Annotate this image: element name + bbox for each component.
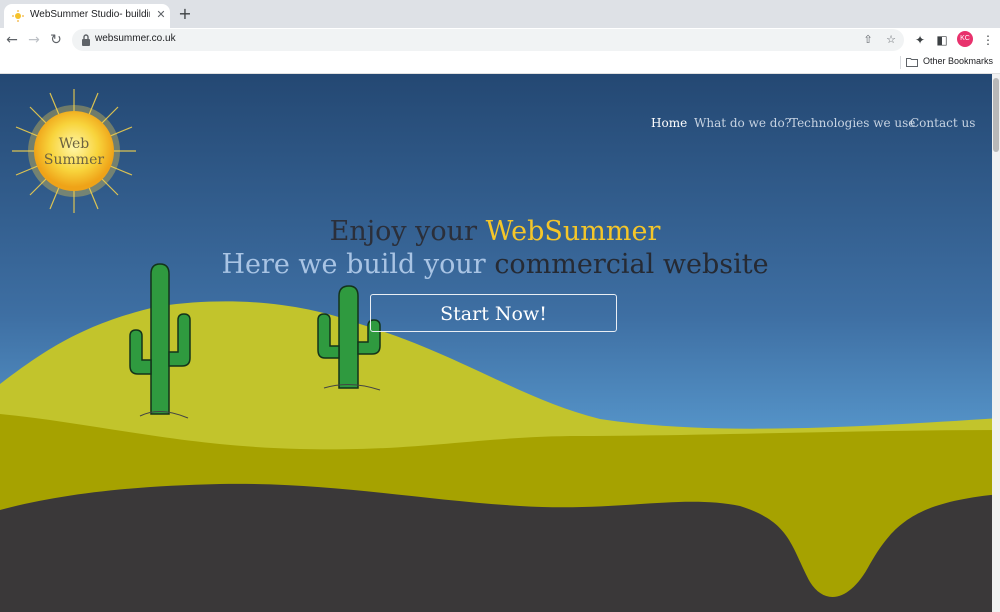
hero-subheading: Here we build your commercial website — [0, 249, 990, 280]
nav-contact-us[interactable]: Contact us — [910, 116, 975, 134]
side-panel-icon[interactable]: ◧ — [933, 31, 951, 49]
star-icon[interactable]: ☆ — [883, 32, 899, 48]
url-text[interactable]: websummer.co.uk — [95, 33, 176, 44]
hero-heading-accent: WebSummer — [485, 216, 661, 247]
hero-heading: Enjoy your WebSummer — [0, 216, 990, 247]
tab-title: WebSummer Studio- building c — [30, 9, 150, 20]
forward-icon[interactable]: → — [24, 30, 44, 50]
other-bookmarks-link[interactable]: Other Bookmarks — [923, 56, 993, 66]
browser-toolbar: ← → ↻ websummer.co.uk ⇧ ☆ ✦ ◧ KC ⋮ — [0, 28, 1000, 52]
scrollbar-thumb[interactable] — [993, 78, 999, 152]
bookmarks-divider — [900, 56, 901, 69]
start-now-button[interactable]: Start Now! — [370, 294, 617, 332]
nav-home[interactable]: Home — [651, 116, 687, 134]
page-viewport: Web Summer Home What do we do? Technolog… — [0, 74, 1000, 612]
browser-tab[interactable]: WebSummer Studio- building c ✕ — [4, 4, 170, 28]
tab-strip: WebSummer Studio- building c ✕ + — [0, 0, 1000, 28]
folder-icon — [906, 58, 918, 67]
logo-line-2: Summer — [43, 152, 105, 168]
new-tab-button[interactable]: + — [176, 4, 194, 24]
logo-text: Web Summer — [12, 136, 136, 168]
sun-favicon-icon — [12, 10, 24, 22]
bookmarks-bar: Other Bookmarks — [0, 52, 1000, 74]
back-icon[interactable]: ← — [2, 30, 22, 50]
desert-hero-background — [0, 74, 1000, 612]
lock-icon — [82, 34, 90, 46]
tab-close-icon[interactable]: ✕ — [154, 7, 168, 23]
profile-avatar[interactable]: KC — [957, 31, 973, 47]
websummer-logo[interactable]: Web Summer — [12, 89, 136, 213]
logo-line-1: Web — [58, 136, 90, 152]
hero-subheading-part1: Here we build your — [221, 249, 486, 280]
hero-subheading-part2: commercial website — [494, 249, 769, 280]
hero-heading-part1: Enjoy your — [329, 216, 477, 247]
page-scrollbar[interactable] — [992, 74, 1000, 612]
nav-what-do-we-do[interactable]: What do we do? — [694, 116, 791, 134]
extensions-icon[interactable]: ✦ — [911, 31, 929, 49]
share-icon[interactable]: ⇧ — [860, 32, 876, 48]
reload-icon[interactable]: ↻ — [46, 30, 66, 50]
address-bar[interactable]: websummer.co.uk ⇧ ☆ — [72, 29, 904, 51]
menu-icon[interactable]: ⋮ — [979, 31, 997, 49]
nav-technologies[interactable]: Technologies we use — [790, 116, 915, 134]
